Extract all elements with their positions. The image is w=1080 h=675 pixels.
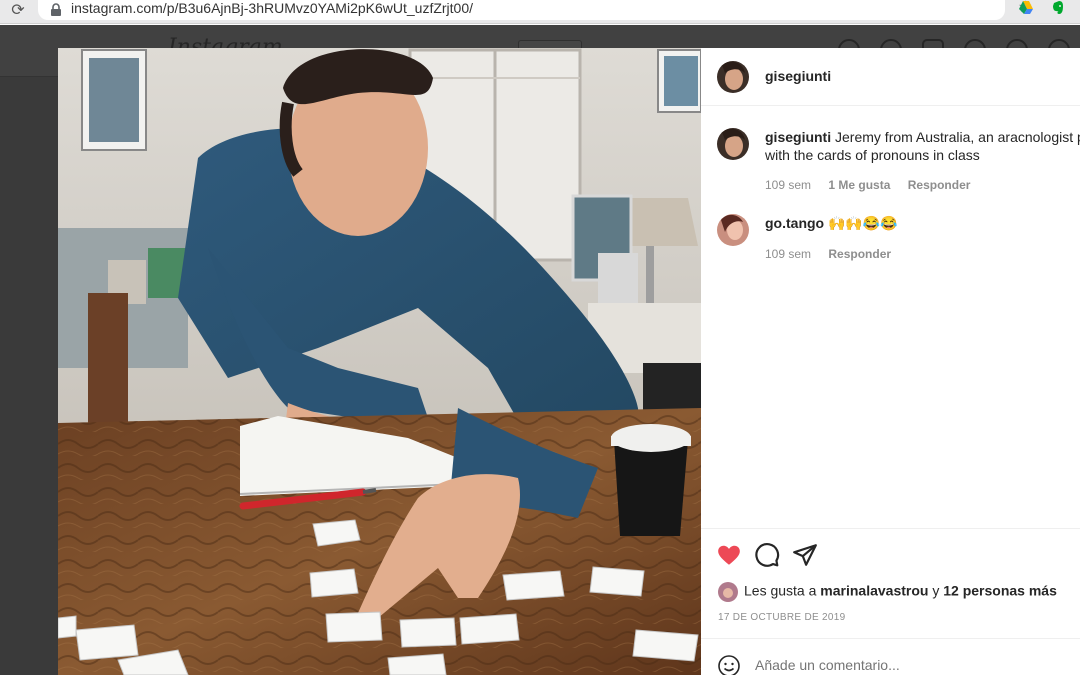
comment-likes[interactable]: 1 Me gusta: [828, 178, 890, 192]
divider: [701, 528, 1080, 529]
add-comment-input[interactable]: [755, 657, 1055, 673]
comment-meta: 109 sem Responder: [765, 247, 905, 261]
post-details-panel: gisegiunti gisegiunti Jeremy from Austra…: [701, 48, 1080, 675]
likes-summary: Les gusta a marinalavastrou y 12 persona…: [718, 582, 1057, 602]
reply-button[interactable]: Responder: [908, 178, 971, 192]
liker-avatar[interactable]: [718, 582, 738, 602]
comment-bubble-icon[interactable]: [754, 542, 780, 568]
background-search: [518, 40, 582, 48]
post-photo[interactable]: [58, 48, 701, 675]
commenter-username[interactable]: gisegiunti: [765, 129, 831, 145]
like-heart-icon[interactable]: [716, 542, 742, 568]
post-date[interactable]: 17 DE OCTUBRE DE 2019: [718, 612, 845, 623]
commenter-avatar[interactable]: [717, 214, 749, 246]
lock-icon: [50, 3, 62, 16]
comment-body-line2: with the cards of pronouns in class: [765, 147, 980, 163]
commenter-avatar[interactable]: [717, 128, 749, 160]
comment-age[interactable]: 109 sem: [765, 247, 811, 261]
evernote-icon[interactable]: [1050, 0, 1066, 16]
reload-icon[interactable]: ⟳: [8, 0, 28, 22]
comment-text: go.tango 🙌🙌😂😂: [765, 214, 898, 232]
comment-text: gisegiunti Jeremy from Australia, an ara…: [765, 128, 1080, 146]
comment-age[interactable]: 109 sem: [765, 178, 811, 192]
author-username[interactable]: gisegiunti: [765, 68, 831, 84]
browser-toolbar: ⟳ instagram.com/p/B3u6AjnBj-3hRUMvz0YAMi…: [0, 0, 1080, 24]
comment-body: 🙌🙌😂😂: [828, 215, 898, 231]
reply-button[interactable]: Responder: [828, 247, 891, 261]
comment-meta: 109 sem 1 Me gusta Responder: [765, 178, 984, 192]
likes-joiner: y: [928, 582, 944, 599]
likes-others[interactable]: 12 personas más: [943, 583, 1057, 599]
address-bar[interactable]: instagram.com/p/B3u6AjnBj-3hRUMvz0YAMi2p…: [38, 0, 1032, 20]
emoji-smiley-icon[interactable]: [717, 654, 741, 675]
commenter-username[interactable]: go.tango: [765, 215, 824, 231]
share-paper-plane-icon[interactable]: [792, 542, 818, 568]
google-drive-icon[interactable]: [1018, 0, 1034, 16]
liker-username[interactable]: marinalavastrou: [820, 583, 928, 599]
post-header: gisegiunti: [701, 48, 1080, 106]
divider: [701, 638, 1080, 639]
url-text[interactable]: instagram.com/p/B3u6AjnBj-3hRUMvz0YAMi2p…: [71, 0, 473, 18]
author-avatar[interactable]: [717, 61, 749, 93]
comment-body: Jeremy from Australia, an aracnologist p: [835, 129, 1080, 145]
likes-prefix: Les gusta a: [744, 582, 821, 599]
